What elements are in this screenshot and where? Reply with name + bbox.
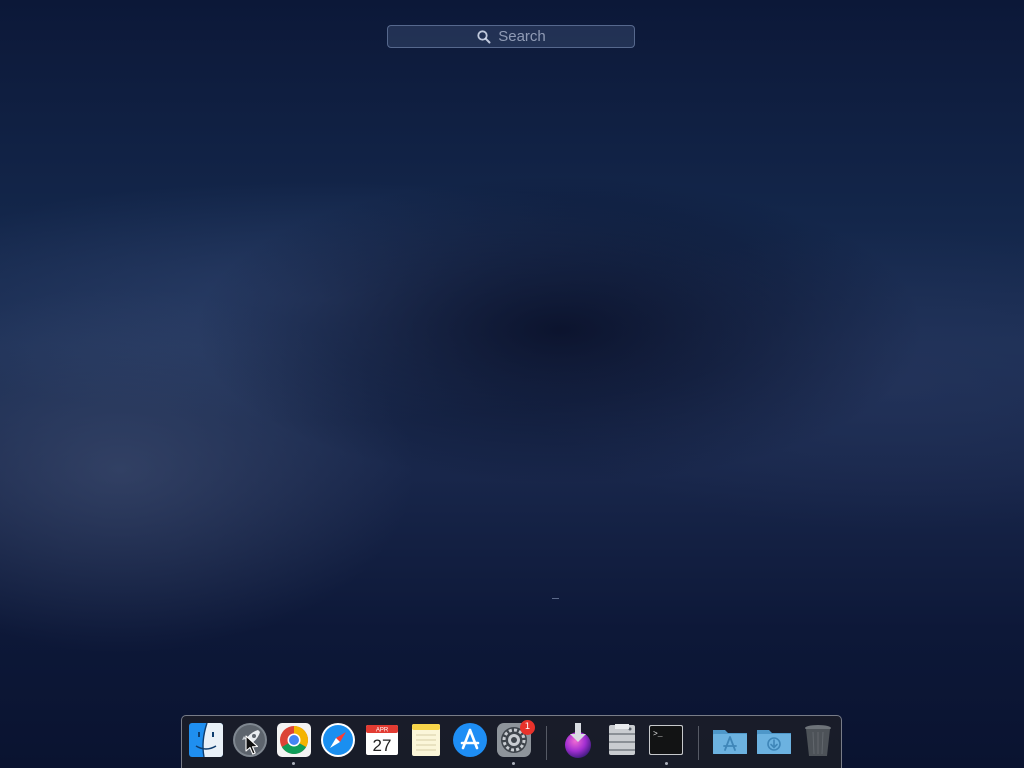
running-indicator [512,762,515,765]
dock-item-app-store[interactable] [451,721,489,759]
running-indicator [665,762,668,765]
dock-separator [698,726,699,760]
finder-icon [189,722,223,758]
dock-separator [546,726,547,760]
desktop-mark [552,598,559,599]
dock-item-calendar[interactable]: APR 27 [363,721,401,759]
dock-item-applications[interactable] [711,721,749,759]
dock-item-utility[interactable] [603,721,641,759]
dock-item-installer[interactable] [559,721,597,759]
trash-icon [805,725,831,756]
chrome-icon [277,723,311,757]
dock-item-system-preferences[interactable]: 1 [495,720,535,759]
desktop-background: Search APR 27 1 >_ [0,0,1024,768]
safari-compass-icon [321,723,355,757]
dock-item-finder[interactable] [187,721,225,759]
calendar-month: APR [376,728,389,734]
disk-utility-icon [609,724,635,755]
dock-item-downloads[interactable] [755,721,793,759]
launchpad-search-field[interactable]: Search [387,25,635,48]
notification-badge: 1 [520,720,535,735]
calendar-day: 27 [373,736,392,755]
terminal-prompt: >_ [653,730,663,739]
dock-item-notes[interactable] [407,721,445,759]
downloads-folder-icon [757,730,791,754]
mouse-pointer-icon [245,735,259,755]
app-store-icon [453,723,487,757]
terminal-icon: >_ [649,725,683,755]
dock-item-terminal[interactable]: >_ [647,721,685,759]
dock-item-safari[interactable] [319,721,357,759]
installer-download-icon [565,723,591,758]
dock: APR 27 1 >_ [181,715,842,768]
magnifier-icon [477,29,491,43]
dock-item-chrome[interactable] [275,721,313,759]
search-placeholder: Search [498,28,546,45]
notes-icon [412,724,440,756]
running-indicator [292,762,295,765]
dock-item-trash[interactable] [799,721,837,759]
applications-folder-icon [713,730,747,754]
calendar-icon: APR 27 [366,725,398,755]
